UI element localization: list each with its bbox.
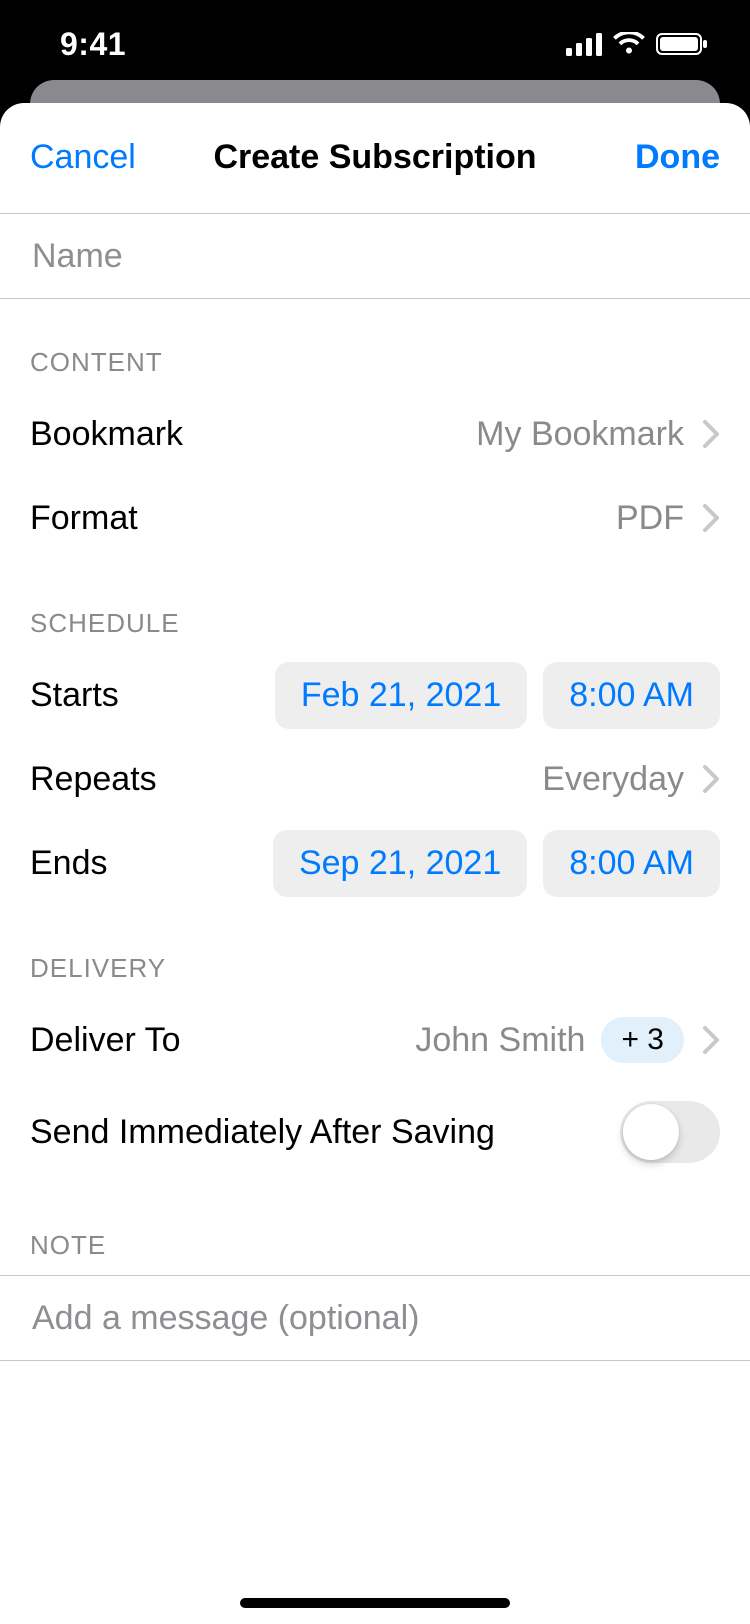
- ends-label: Ends: [30, 844, 273, 883]
- bookmark-value: My Bookmark: [476, 415, 684, 454]
- ends-date-chip[interactable]: Sep 21, 2021: [273, 830, 527, 897]
- send-immediately-row: Send Immediately After Saving: [0, 1082, 750, 1182]
- status-bar: 9:41: [0, 0, 750, 88]
- modal-sheet: Cancel Create Subscription Done CONTENT …: [0, 103, 750, 1624]
- name-row[interactable]: [0, 214, 750, 298]
- device-frame: 9:41 Cancel Create Subscription Done: [0, 0, 750, 1624]
- bookmark-label: Bookmark: [30, 415, 476, 454]
- battery-icon: [656, 32, 710, 56]
- starts-time-chip[interactable]: 8:00 AM: [543, 662, 720, 729]
- note-field[interactable]: [30, 1298, 720, 1339]
- starts-date-chip[interactable]: Feb 21, 2021: [275, 662, 527, 729]
- section-header-content: CONTENT: [0, 299, 750, 392]
- toggle-knob: [623, 1104, 679, 1160]
- name-field[interactable]: [30, 236, 720, 277]
- deliver-to-value: John Smith: [415, 1021, 585, 1060]
- section-header-schedule: SCHEDULE: [0, 560, 750, 653]
- repeats-value: Everyday: [542, 760, 684, 799]
- deliver-to-count-badge: + 3: [601, 1017, 684, 1063]
- repeats-label: Repeats: [30, 760, 542, 799]
- bookmark-row[interactable]: Bookmark My Bookmark: [0, 392, 750, 476]
- status-indicators: [566, 32, 710, 56]
- deliver-to-label: Deliver To: [30, 1021, 415, 1060]
- repeats-row[interactable]: Repeats Everyday: [0, 737, 750, 821]
- format-row[interactable]: Format PDF: [0, 476, 750, 560]
- nav-bar: Cancel Create Subscription Done: [0, 103, 750, 213]
- separator: [0, 1360, 750, 1361]
- section-header-delivery: DELIVERY: [0, 905, 750, 998]
- chevron-right-icon: [702, 419, 720, 449]
- ends-row: Ends Sep 21, 2021 8:00 AM: [0, 821, 750, 905]
- format-label: Format: [30, 499, 616, 538]
- starts-row: Starts Feb 21, 2021 8:00 AM: [0, 653, 750, 737]
- home-indicator: [240, 1598, 510, 1608]
- ends-time-chip[interactable]: 8:00 AM: [543, 830, 720, 897]
- send-immediately-toggle[interactable]: [620, 1101, 720, 1163]
- page-title: Create Subscription: [213, 138, 536, 177]
- chevron-right-icon: [702, 764, 720, 794]
- section-header-note: NOTE: [0, 1182, 750, 1275]
- cellular-icon: [566, 32, 602, 56]
- chevron-right-icon: [702, 503, 720, 533]
- wifi-icon: [612, 32, 646, 56]
- format-value: PDF: [616, 499, 684, 538]
- form-content: CONTENT Bookmark My Bookmark Format PDF …: [0, 213, 750, 1624]
- starts-label: Starts: [30, 676, 275, 715]
- chevron-right-icon: [702, 1025, 720, 1055]
- note-row[interactable]: [0, 1276, 750, 1360]
- done-button[interactable]: Done: [635, 138, 720, 177]
- cancel-button[interactable]: Cancel: [30, 138, 136, 177]
- deliver-to-row[interactable]: Deliver To John Smith + 3: [0, 998, 750, 1082]
- status-time: 9:41: [60, 26, 126, 63]
- send-immediately-label: Send Immediately After Saving: [30, 1113, 620, 1152]
